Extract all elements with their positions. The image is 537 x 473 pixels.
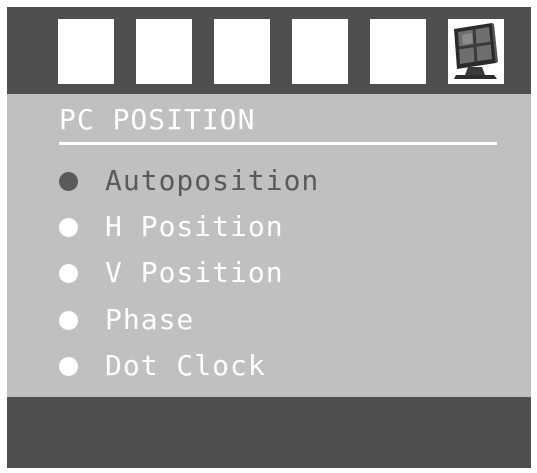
osd-tab-3[interactable] [214,19,270,84]
osd-tab-4[interactable] [292,19,348,84]
menu-item-autoposition[interactable]: Autoposition [47,163,507,201]
osd-tab-pc-position[interactable] [448,19,504,84]
osd-window: PC POSITION Autoposition H Position V Po… [7,7,531,468]
menu-item-label: Dot Clock [105,349,266,382]
osd-tab-2[interactable] [136,19,192,84]
menu-item-phase[interactable]: Phase [47,302,507,340]
pc-monitor-icon [454,23,498,79]
bullet-icon [59,357,78,376]
osd-menu-list: Autoposition H Position V Position Phase… [7,94,531,397]
selected-bullet-icon [59,172,78,191]
menu-item-h-position[interactable]: H Position [47,209,507,247]
menu-item-dot-clock[interactable]: Dot Clock [47,348,507,386]
menu-item-v-position[interactable]: V Position [47,255,507,293]
osd-content-panel: PC POSITION Autoposition H Position V Po… [7,94,531,397]
bullet-icon [59,218,78,237]
bullet-icon [59,311,78,330]
menu-item-label: Autoposition [105,164,320,197]
osd-tab-1[interactable] [58,19,114,84]
bullet-icon [59,264,78,283]
osd-footer-bar [7,397,531,468]
osd-tab-5[interactable] [370,19,426,84]
menu-item-label: H Position [105,210,284,243]
menu-item-label: V Position [105,256,284,289]
osd-tab-bar [7,7,531,94]
menu-item-label: Phase [105,303,195,336]
